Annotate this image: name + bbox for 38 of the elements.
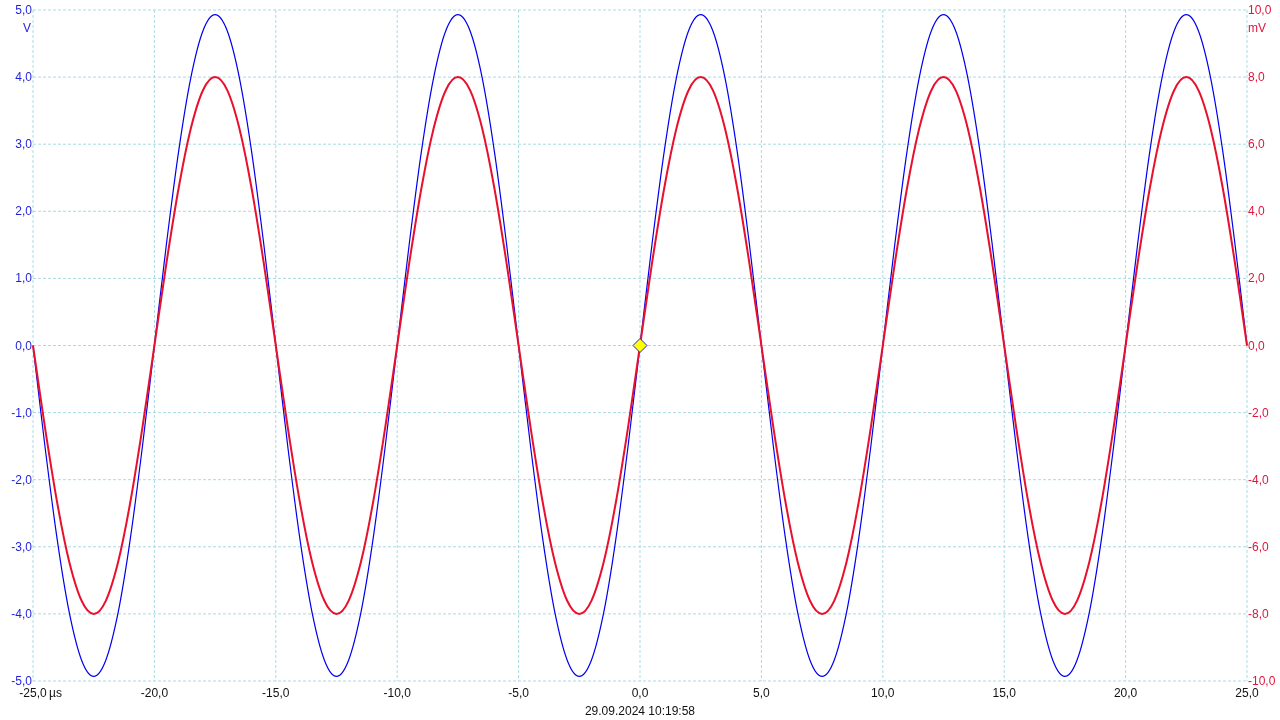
y-axis-label: -3,0 — [11, 539, 32, 554]
x-axis-label: 15,0 — [992, 686, 1016, 700]
trigger-marker-icon[interactable] — [632, 338, 648, 353]
secondary-axis-label: -4,0 — [1248, 472, 1269, 487]
x-axis-label: -10,0 — [383, 686, 411, 700]
x-axis-label: -25,0 — [19, 686, 47, 700]
secondary-axis-label: 6,0 — [1248, 137, 1265, 152]
x-axis-label: 0,0 — [631, 686, 649, 700]
y-axis-label: 1,0 — [15, 271, 32, 286]
x-axis-label: 20,0 — [1113, 686, 1138, 700]
secondary-axis-label: 8,0 — [1248, 70, 1265, 85]
secondary-axis-label: -10,0 — [1248, 674, 1276, 688]
y-axis-label: -5,0 — [11, 674, 32, 688]
y-axis-label: -2,0 — [11, 472, 32, 487]
y-axis-label: -4,0 — [11, 606, 32, 621]
secondary-axis-label: 2,0 — [1248, 271, 1265, 286]
secondary-axis-label: 10,0 — [1248, 3, 1272, 17]
y-axis-label: 2,0 — [15, 204, 32, 219]
secondary-axis-label: 4,0 — [1248, 204, 1265, 219]
secondary-axis-label: -8,0 — [1248, 606, 1269, 621]
y-axis-unit: V — [23, 21, 31, 35]
secondary-axis-label: -6,0 — [1248, 539, 1269, 554]
y-axis-label: -1,0 — [11, 405, 32, 420]
x-axis-label: 10,0 — [871, 686, 895, 700]
secondary-axis-label: 0,0 — [1248, 338, 1265, 353]
x-axis-label: -5,0 — [508, 686, 529, 700]
secondary-axis-unit: mV — [1248, 21, 1266, 35]
y-axis-label: 0,0 — [15, 338, 32, 353]
x-axis-label: -20,0 — [140, 686, 169, 700]
y-axis-label: 3,0 — [15, 137, 32, 152]
y-axis-label: 4,0 — [15, 70, 32, 85]
x-axis-label: 25,0 — [1235, 686, 1259, 700]
y-axis-label: 5,0 — [15, 3, 32, 17]
x-axis-label: 5,0 — [753, 686, 770, 700]
x-axis-unit: µs — [49, 686, 62, 700]
x-axis-label: -15,0 — [262, 686, 290, 700]
timestamp: 29.09.2024 10:19:58 — [584, 704, 696, 718]
secondary-axis-label: -2,0 — [1248, 405, 1269, 420]
